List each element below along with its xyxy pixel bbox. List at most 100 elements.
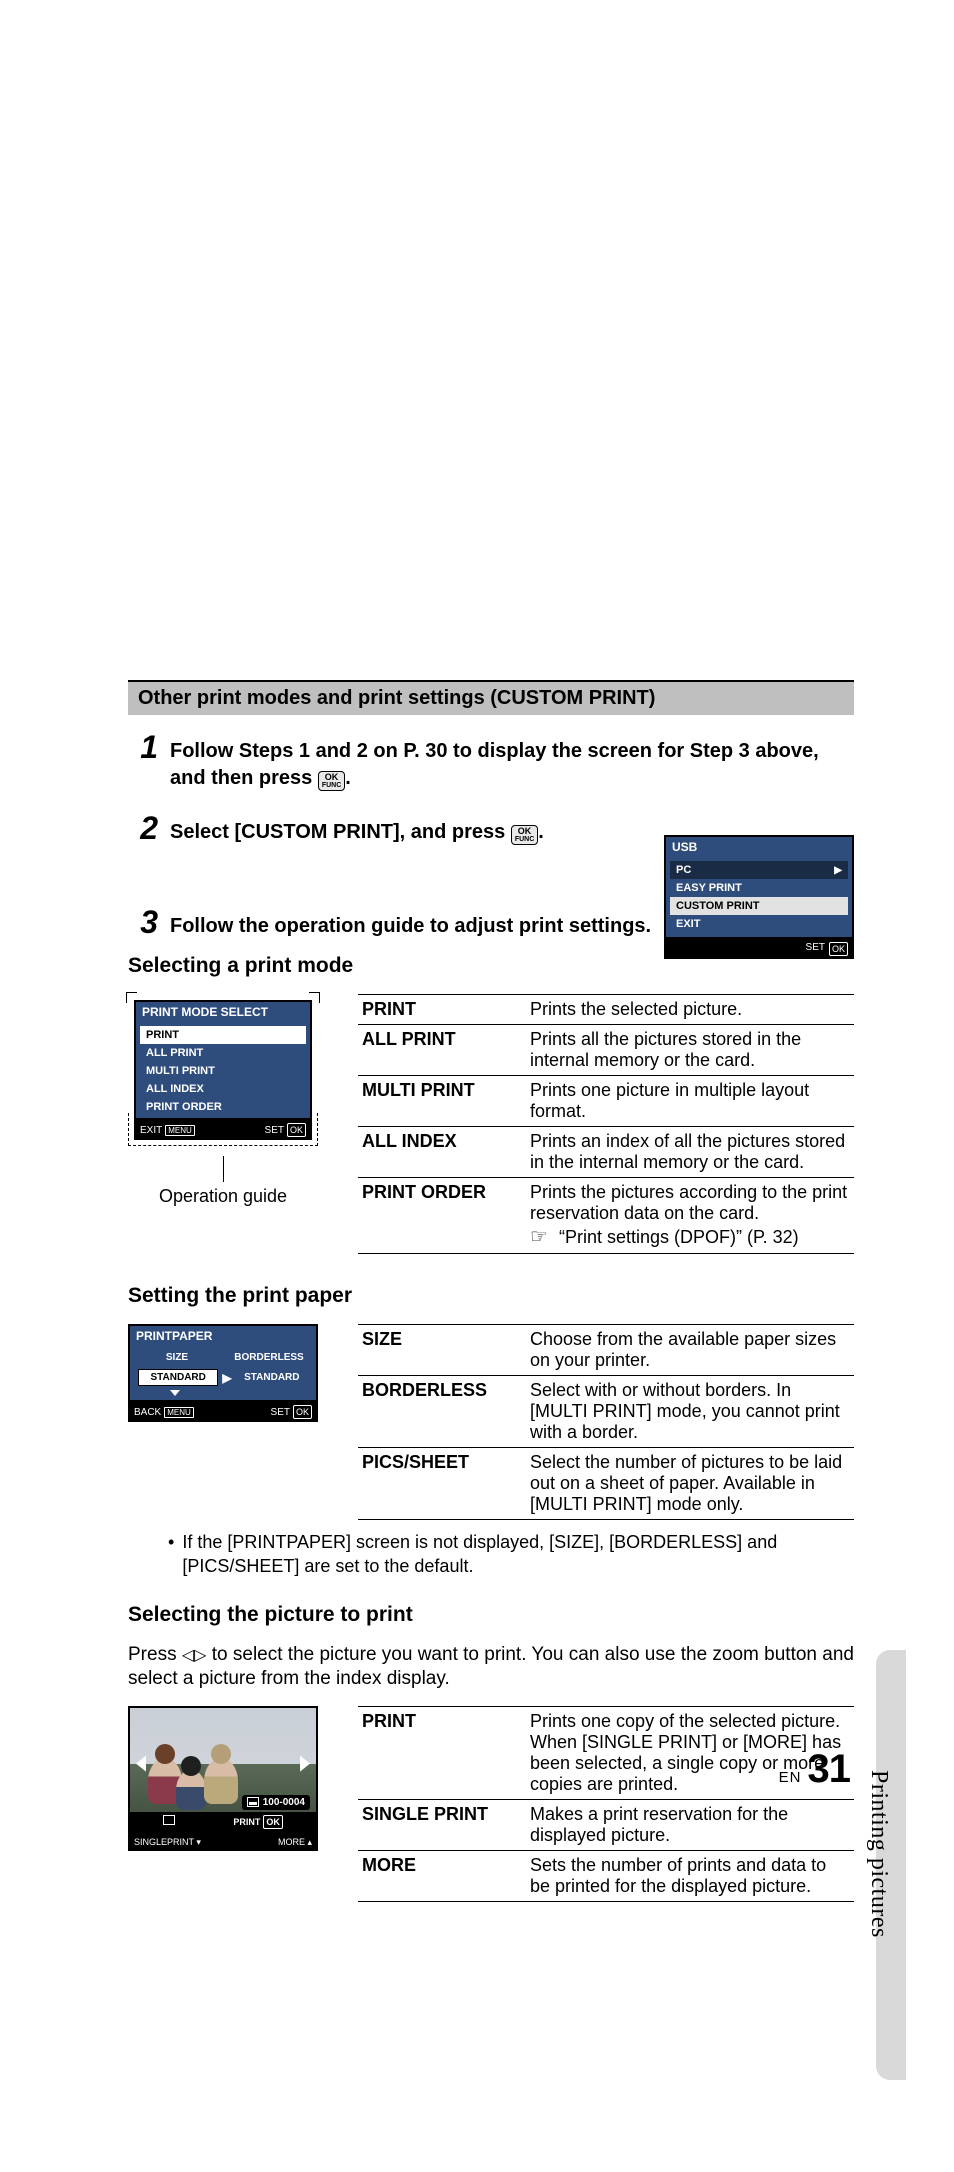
paper-val-size: STANDARD <box>138 1369 218 1386</box>
ok-func-button-icon: OK FUNC <box>318 771 345 791</box>
mode-k: PRINT ORDER <box>358 1178 526 1254</box>
photo-subject-icon <box>204 1758 238 1804</box>
ok-label: OK <box>515 827 534 836</box>
hand-point-icon <box>530 1227 554 1247</box>
paper-k: SIZE <box>358 1325 526 1376</box>
mode-v: Prints the pictures according to the pri… <box>526 1178 854 1254</box>
mode-item-print: PRINT <box>140 1026 306 1044</box>
mode-v: Prints all the pictures stored in the in… <box>526 1025 854 1076</box>
table-row: BORDERLESS Select with or without border… <box>358 1376 854 1448</box>
func-label: FUNC <box>322 782 341 789</box>
print-mode-table: PRINT Prints the selected picture. ALL P… <box>358 994 854 1254</box>
table-row: PRINT Prints the selected picture. <box>358 995 854 1025</box>
ok-box-icon: OK <box>287 1123 306 1137</box>
mode-k: ALL PRINT <box>358 1025 526 1076</box>
exit-label: EXIT <box>140 1125 162 1136</box>
mode-v: Prints one picture in multiple layout fo… <box>526 1076 854 1127</box>
page-number-value: 31 <box>808 1747 851 1792</box>
step-number: 1 <box>128 731 158 763</box>
pic-k: PRINT <box>358 1706 526 1799</box>
step-1: 1 Follow Steps 1 and 2 on P. 30 to displ… <box>128 731 854 792</box>
table-row: MULTI PRINT Prints one picture in multip… <box>358 1076 854 1127</box>
left-right-arrow-icon <box>182 1644 207 1665</box>
step-text: Follow Steps 1 and 2 on P. 30 to display… <box>170 731 854 792</box>
bullet-dot-icon: • <box>168 1530 174 1579</box>
operation-guide-callout: Operation guide <box>128 1156 318 1207</box>
step-number: 2 <box>128 812 158 844</box>
mode-lcd-footer: EXIT MENU SET OK <box>134 1120 312 1140</box>
usb-item-exit: EXIT <box>670 915 848 933</box>
mode-k: PRINT <box>358 995 526 1025</box>
table-row: SIZE Choose from the available paper siz… <box>358 1325 854 1376</box>
picture-print-row: 100-0004 PRINT OK SINGLEPRINT ▾ MORE <box>128 1706 854 1902</box>
table-row: ALL PRINT Prints all the pictures stored… <box>358 1025 854 1076</box>
more-label: MORE <box>278 1837 305 1847</box>
usb-menu-screenshot: USB PC ▶ EASY PRINT CUSTOM PRINT EXIT SE… <box>664 835 854 959</box>
table-row: PICS/SHEET Select the number of pictures… <box>358 1448 854 1520</box>
back-label: BACK <box>134 1407 161 1418</box>
print-icon-box <box>163 1815 175 1825</box>
print-mode-lcd-col: PRINT MODE SELECT PRINT ALL PRINT MULTI … <box>128 994 318 1207</box>
mode-v: Prints the selected picture. <box>526 995 854 1025</box>
print-label: PRINT <box>233 1817 260 1827</box>
page-number: EN 31 <box>779 1747 850 1792</box>
ok-box-icon: OK <box>293 1405 312 1419</box>
paper-v: Select with or without borders. In [MULT… <box>526 1376 854 1448</box>
mode-v-text: Prints the pictures according to the pri… <box>530 1182 847 1223</box>
ok-box-icon: OK <box>829 942 848 956</box>
photo-preview-screenshot: 100-0004 PRINT OK <box>128 1706 318 1834</box>
set-label: SET <box>265 1125 284 1136</box>
pic-v: Makes a print reservation for the displa… <box>526 1799 854 1850</box>
mode-lcd-title: PRINT MODE SELECT <box>136 1002 310 1022</box>
note-text: If the [PRINTPAPER] screen is not displa… <box>182 1530 854 1579</box>
side-section-label: Printing pictures <box>865 1770 892 1938</box>
print-paper-lcd-col: PRINTPAPER SIZE BORDERLESS STANDARD ▶ ST… <box>128 1324 318 1422</box>
set-label: SET <box>271 1407 290 1418</box>
ok-box-icon: OK <box>263 1815 283 1829</box>
ok-label: OK <box>322 773 341 782</box>
mode-item-allprint: ALL PRINT <box>140 1044 306 1062</box>
down-print-icon: ▾ <box>196 1837 201 1847</box>
section-header-bar: Other print modes and print settings (CU… <box>128 680 854 715</box>
paper-k: BORDERLESS <box>358 1376 526 1448</box>
printpaper-note: • If the [PRINTPAPER] screen is not disp… <box>168 1530 854 1579</box>
nav-left-icon <box>136 1756 146 1772</box>
mode-k: ALL INDEX <box>358 1127 526 1178</box>
para-a: Press <box>128 1644 182 1665</box>
usb-title: USB <box>666 837 852 857</box>
paper-k: PICS/SHEET <box>358 1448 526 1520</box>
arrow-down-icon <box>170 1390 180 1396</box>
arrow-right-icon: ▶ <box>834 865 842 876</box>
mode-item-allindex: ALL INDEX <box>140 1080 306 1098</box>
printpaper-screenshot: PRINTPAPER SIZE BORDERLESS STANDARD ▶ ST… <box>128 1324 318 1402</box>
print-mode-row: PRINT MODE SELECT PRINT ALL PRINT MULTI … <box>128 994 854 1254</box>
picture-print-table: PRINT Prints one copy of the selected pi… <box>358 1706 854 1902</box>
print-paper-table: SIZE Choose from the available paper siz… <box>358 1324 854 1520</box>
mode-v: Prints an index of all the pictures stor… <box>526 1127 854 1178</box>
ok-func-button-icon: OK FUNC <box>511 825 538 845</box>
table-row: MORE Sets the number of prints and data … <box>358 1850 854 1901</box>
usb-item-customprint: CUSTOM PRINT <box>670 897 848 915</box>
photo-bottom-bar: PRINT OK <box>130 1812 316 1832</box>
lang-code: EN <box>779 1769 802 1786</box>
paper-col-size: SIZE <box>134 1352 220 1363</box>
nav-right-icon <box>300 1756 310 1772</box>
photo-footer: SINGLEPRINT ▾ MORE ▴ <box>128 1834 318 1851</box>
usb-item-pc: PC ▶ <box>670 861 848 879</box>
arrow-right-icon: ▶ <box>222 1371 231 1385</box>
file-number: 100-0004 <box>263 1797 305 1808</box>
menu-box-icon: MENU <box>164 1407 194 1418</box>
paper-col-borderless: BORDERLESS <box>226 1352 312 1363</box>
file-badge: 100-0004 <box>242 1795 310 1810</box>
step-number: 3 <box>128 906 158 938</box>
operation-guide-label: Operation guide <box>159 1186 287 1207</box>
pic-v: Sets the number of prints and data to be… <box>526 1850 854 1901</box>
func-label: FUNC <box>515 836 534 843</box>
step1-text-b: . <box>345 767 351 789</box>
subhead-setting-print-paper: Setting the print paper <box>128 1284 854 1308</box>
photo-preview-col: 100-0004 PRINT OK SINGLEPRINT ▾ MORE <box>128 1706 318 1851</box>
set-label: SET <box>806 942 825 956</box>
singleprint-label: SINGLEPRINT <box>134 1837 194 1847</box>
print-mode-select-screenshot: PRINT MODE SELECT PRINT ALL PRINT MULTI … <box>134 1000 312 1120</box>
page: Other print modes and print settings (CU… <box>0 0 954 2172</box>
